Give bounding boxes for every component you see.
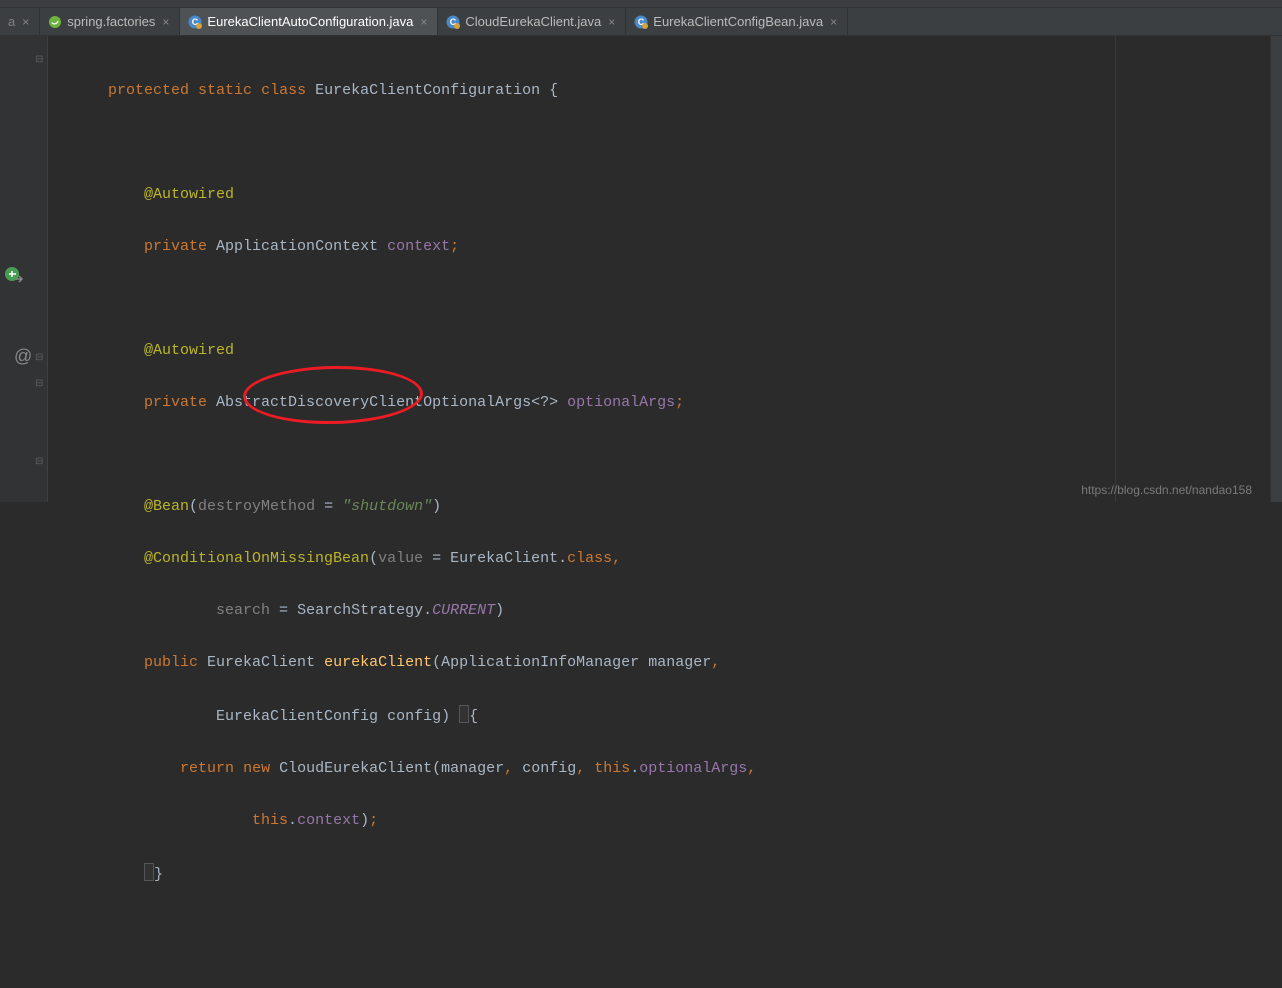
fold-icon[interactable]: ⊟ bbox=[35, 456, 45, 466]
tab-cloud-eureka-client[interactable]: C CloudEurekaClient.java × bbox=[438, 8, 626, 35]
watermark: https://blog.csdn.net/nandao158 bbox=[1081, 483, 1252, 497]
fold-icon[interactable]: ⊟ bbox=[35, 378, 45, 388]
code-line: public EurekaClient eurekaClient(Applica… bbox=[72, 650, 756, 676]
code-line: this.context); bbox=[72, 808, 756, 834]
code-line: private ApplicationContext context; bbox=[72, 234, 756, 260]
code-line: return new CloudEurekaClient(manager, co… bbox=[72, 756, 756, 782]
code-line: @ConditionalOnMissingBean(value = Eureka… bbox=[72, 546, 756, 572]
code-line bbox=[72, 286, 756, 312]
toolbar bbox=[0, 0, 1282, 8]
code-line: @Autowired bbox=[72, 182, 756, 208]
tab-eureka-client-config-bean[interactable]: C EurekaClientConfigBean.java × bbox=[626, 8, 848, 35]
implemented-icon[interactable] bbox=[4, 266, 24, 286]
code-line bbox=[72, 442, 756, 468]
gutter: ⊟ @ ⊟ ⊟ ⊟ bbox=[0, 36, 48, 502]
override-icon[interactable]: @ bbox=[14, 346, 32, 367]
tab-bar: a × spring.factories × C EurekaClientAut… bbox=[0, 8, 1282, 36]
spring-icon bbox=[48, 15, 62, 29]
close-icon[interactable]: × bbox=[828, 15, 839, 29]
code-area[interactable]: protected static class EurekaClientConfi… bbox=[48, 36, 756, 502]
fold-icon[interactable]: ⊟ bbox=[35, 54, 45, 64]
java-class-icon: C bbox=[634, 15, 648, 29]
close-icon[interactable]: × bbox=[606, 15, 617, 29]
tab-eureka-auto-config[interactable]: C EurekaClientAutoConfiguration.java × bbox=[180, 8, 438, 35]
tab-partial[interactable]: a × bbox=[0, 8, 40, 35]
tab-spring-factories[interactable]: spring.factories × bbox=[40, 8, 180, 35]
close-icon[interactable]: × bbox=[160, 15, 171, 29]
margin-guide bbox=[1115, 36, 1116, 502]
close-icon[interactable]: × bbox=[418, 15, 429, 29]
code-line bbox=[72, 130, 756, 156]
java-class-icon: C bbox=[188, 15, 202, 29]
tab-label: CloudEurekaClient.java bbox=[465, 14, 601, 29]
code-line: @Autowired bbox=[72, 338, 756, 364]
close-icon[interactable]: × bbox=[20, 15, 31, 29]
tab-label: EurekaClientAutoConfiguration.java bbox=[207, 14, 413, 29]
code-line: } bbox=[72, 860, 756, 888]
code-line: protected static class EurekaClientConfi… bbox=[72, 78, 756, 104]
fold-icon[interactable]: ⊟ bbox=[35, 352, 45, 362]
tab-label: a bbox=[8, 14, 15, 29]
error-stripe[interactable] bbox=[1270, 36, 1282, 502]
code-line: search = SearchStrategy.CURRENT) bbox=[72, 598, 756, 624]
java-class-icon: C bbox=[446, 15, 460, 29]
code-line: private AbstractDiscoveryClientOptionalA… bbox=[72, 390, 756, 416]
code-line: EurekaClientConfig config) { bbox=[72, 702, 756, 730]
code-line: @Bean(destroyMethod = "shutdown") bbox=[72, 494, 756, 520]
tab-label: EurekaClientConfigBean.java bbox=[653, 14, 823, 29]
editor[interactable]: ⊟ @ ⊟ ⊟ ⊟ protected static class EurekaC… bbox=[0, 36, 1282, 502]
tab-label: spring.factories bbox=[67, 14, 155, 29]
